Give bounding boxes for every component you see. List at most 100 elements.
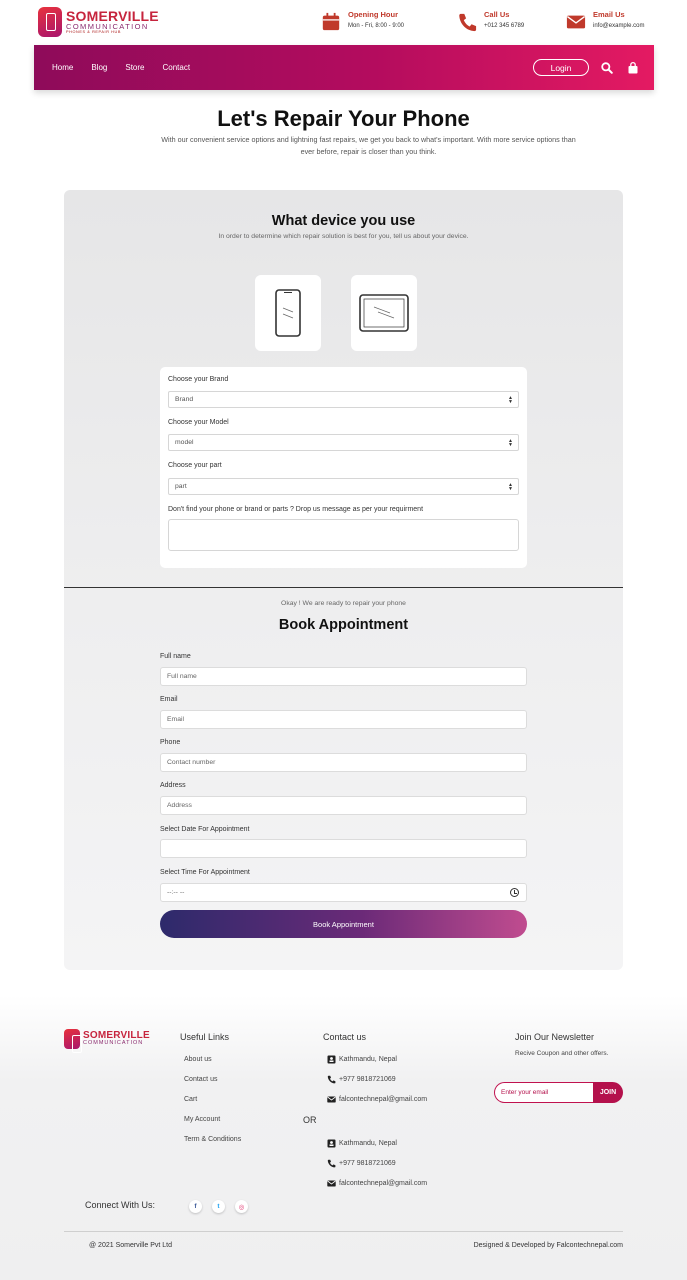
phone-icon	[327, 1075, 336, 1084]
brand-sub: COMMUNICATION	[66, 21, 149, 31]
top-header: SOMERVILLE COMMUNICATION PHONES & REPAIR…	[34, 0, 654, 45]
device-form: Choose your Brand Brand ▲ ▼ Choose your M…	[160, 367, 527, 568]
device-section-title: What device you use	[271, 213, 416, 229]
brand-name: SOMERVILLE	[66, 7, 159, 24]
call-us-info: Call Us +012 345 6789	[456, 10, 524, 32]
contact-phone-2[interactable]: +977 9818721069	[327, 1159, 396, 1168]
time-label: Select Time For Appointment	[160, 869, 250, 876]
contact-email-1[interactable]: falcontechnepal@gmail.com	[327, 1095, 427, 1104]
main-nav: Home Blog Store Contact Login	[34, 45, 654, 90]
part-select-value: part	[175, 483, 187, 490]
contact-address-2-text: Kathmandu, Nepal	[339, 1140, 397, 1147]
appointment-title: Book Appointment	[278, 617, 409, 633]
envelope-icon	[566, 15, 586, 29]
part-select[interactable]: part ▲ ▼	[168, 478, 519, 495]
calendar-icon	[322, 12, 340, 31]
contact-email-2-text: falcontechnepal@gmail.com	[339, 1180, 428, 1187]
developer-credit[interactable]: Designed & Developed by Falcontechnepal.…	[474, 1242, 623, 1249]
message-label: Don't find your phone or brand or parts …	[168, 506, 424, 513]
email-label: Email	[160, 696, 178, 703]
contact-email-1-text: falcontechnepal@gmail.com	[339, 1096, 428, 1103]
footer-logo[interactable]: SOMERVILLE COMMUNICATION	[64, 1029, 150, 1053]
clock-icon[interactable]	[510, 888, 519, 897]
tablet-icon	[359, 294, 409, 332]
select-arrows-icon: ▲ ▼	[508, 395, 513, 405]
device-option-phone[interactable]	[255, 275, 321, 351]
select-arrows-icon: ▲ ▼	[508, 438, 513, 448]
contact-address-1-text: Kathmandu, Nepal	[339, 1056, 397, 1063]
full-name-input[interactable]: Full name	[160, 667, 527, 686]
opening-hour-value: Mon - Fri, 8:00 - 9:00	[348, 23, 405, 29]
address-card-icon	[327, 1139, 336, 1148]
nav-store[interactable]: Store	[125, 63, 144, 72]
nav-contact[interactable]: Contact	[162, 63, 190, 72]
book-appointment-button[interactable]: Book Appointment	[160, 910, 527, 938]
model-label: Choose your Model	[168, 419, 229, 426]
connect-label: Connect With Us:	[85, 1200, 156, 1210]
device-option-tablet[interactable]	[351, 275, 417, 351]
footer-link-terms[interactable]: Term & Conditions	[184, 1136, 241, 1143]
phone-input[interactable]: Contact number	[160, 753, 527, 772]
section-divider	[64, 587, 623, 588]
copyright: @ 2021 Somerville Pvt Ltd	[89, 1242, 172, 1249]
phone-label: Phone	[160, 739, 181, 746]
contact-phone-1-text: +977 9818721069	[339, 1076, 396, 1083]
nav-blog[interactable]: Blog	[91, 63, 107, 72]
address-input[interactable]: Address	[160, 796, 527, 815]
call-us-value[interactable]: +012 345 6789	[484, 23, 524, 29]
envelope-icon	[327, 1096, 336, 1103]
or-separator: OR	[303, 1115, 317, 1125]
email-us-title: Email Us	[593, 10, 625, 19]
brand-tagline: PHONES & REPAIR HUB	[66, 30, 122, 35]
footer-brand-sub: COMMUNICATION	[83, 1040, 144, 1047]
select-arrows-icon: ▲ ▼	[508, 482, 513, 492]
footer-link-cart[interactable]: Cart	[184, 1096, 197, 1103]
smartphone-icon	[275, 289, 301, 337]
twitter-icon[interactable]: t	[212, 1200, 225, 1213]
repair-card: What device you use In order to determin…	[64, 190, 623, 970]
time-input-value: --:-- --	[167, 889, 185, 896]
date-input[interactable]	[160, 839, 527, 858]
search-icon[interactable]	[600, 61, 614, 75]
brand-label: Choose your Brand	[168, 376, 229, 383]
instagram-icon[interactable]: ◎	[235, 1200, 248, 1213]
nav-home[interactable]: Home	[52, 63, 73, 72]
email-input[interactable]: Email	[160, 710, 527, 729]
contact-email-2[interactable]: falcontechnepal@gmail.com	[327, 1179, 427, 1188]
useful-links-title: Useful Links	[180, 1032, 230, 1042]
envelope-icon	[327, 1180, 336, 1187]
footer-link-account[interactable]: My Account	[184, 1116, 220, 1123]
device-section-subtitle: In order to determine which repair solut…	[218, 233, 469, 240]
page-title: Let's Repair Your Phone	[217, 106, 470, 131]
brand-select-value: Brand	[175, 396, 194, 403]
call-us-title: Call Us	[484, 10, 510, 19]
brand-select[interactable]: Brand ▲ ▼	[168, 391, 519, 408]
time-input[interactable]: --:-- --	[160, 883, 527, 902]
appointment-kicker: Okay ! We are ready to repair your phone	[281, 600, 406, 607]
model-select[interactable]: model ▲ ▼	[168, 434, 519, 451]
message-textarea[interactable]	[168, 519, 519, 551]
date-label: Select Date For Appointment	[160, 826, 250, 833]
facebook-icon[interactable]: f	[189, 1200, 202, 1213]
footer-link-about[interactable]: About us	[184, 1056, 212, 1063]
address-label: Address	[160, 782, 186, 789]
opening-hour-title: Opening Hour	[348, 10, 398, 19]
email-us-info: Email Us info@example.com	[565, 10, 644, 32]
footer-link-contact[interactable]: Contact us	[184, 1076, 217, 1083]
brand-logo[interactable]: SOMERVILLE COMMUNICATION PHONES & REPAIR…	[38, 7, 159, 37]
newsletter-text: Recive Coupon and other offers.	[515, 1050, 609, 1057]
opening-hour-info: Opening Hour Mon - Fri, 8:00 - 9:00	[320, 10, 404, 32]
contact-us-title: Contact us	[323, 1032, 367, 1042]
footer: SOMERVILLE COMMUNICATION Useful Links Ab…	[0, 995, 687, 1280]
login-button[interactable]: Login	[533, 59, 589, 76]
model-select-value: model	[175, 439, 194, 446]
email-us-value[interactable]: info@example.com	[593, 23, 644, 29]
contact-address-2: Kathmandu, Nepal	[327, 1139, 397, 1148]
shopping-bag-icon[interactable]	[626, 61, 640, 75]
newsletter-email-input[interactable]: Enter your email	[494, 1082, 594, 1103]
newsletter-title: Join Our Newsletter	[515, 1032, 595, 1042]
newsletter-join-button[interactable]: JOIN	[593, 1082, 623, 1103]
contact-phone-1[interactable]: +977 9818721069	[327, 1075, 396, 1084]
contact-address-1: Kathmandu, Nepal	[327, 1055, 397, 1064]
page-description: With our convenient service options and …	[161, 135, 576, 156]
